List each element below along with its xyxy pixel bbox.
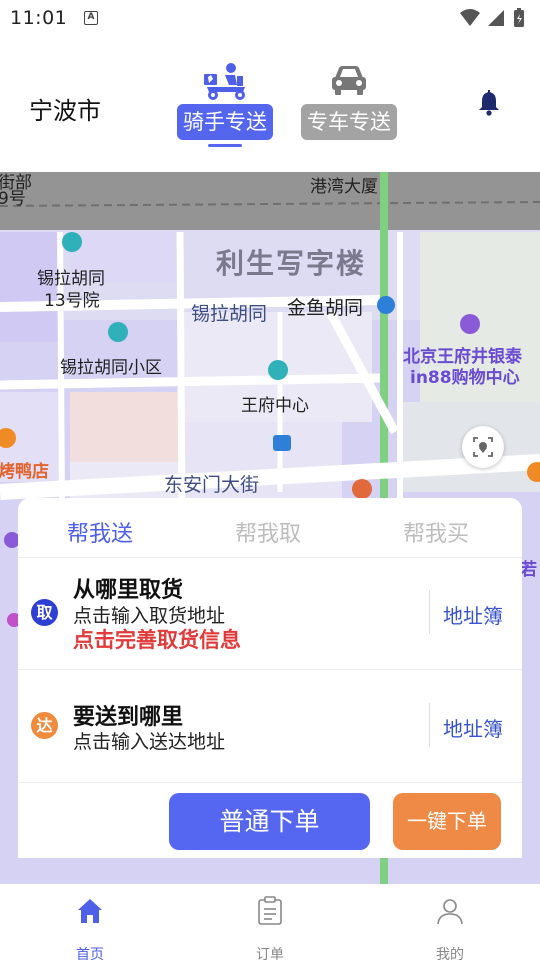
city-selector[interactable]: 宁波市 xyxy=(29,91,101,126)
user-icon xyxy=(437,899,463,925)
dropoff-badge: 达 xyxy=(31,712,58,739)
order-tabs: 帮我送 帮我取 帮我买 xyxy=(18,498,522,558)
rider-scooter-icon xyxy=(204,63,245,100)
status-bar: 11:01 A xyxy=(0,0,540,36)
tab-help-buy[interactable]: 帮我买 xyxy=(403,516,469,548)
pickup-address-book-button[interactable]: 地址簿 xyxy=(443,600,503,629)
nav-profile[interactable]: 我的 xyxy=(410,896,490,960)
nav-home[interactable]: 首页 xyxy=(50,896,130,960)
map-label-road: 锡拉胡同 xyxy=(191,303,268,325)
pickup-complete-info-link[interactable]: 点击完善取货信息 xyxy=(73,624,241,654)
row-divider xyxy=(429,590,430,634)
locate-icon xyxy=(473,437,493,457)
locate-button[interactable] xyxy=(462,426,504,468)
map-label-road: 金鱼胡同 xyxy=(287,297,364,319)
normal-order-button[interactable]: 普通下单 xyxy=(169,793,370,850)
signal-icon xyxy=(488,10,504,26)
nav-home-label: 首页 xyxy=(76,947,104,960)
pickup-address-row[interactable]: 取 从哪里取货 点击输入取货地址 点击完善取货信息 地址簿 xyxy=(18,558,522,670)
home-icon xyxy=(78,899,102,923)
status-time: 11:01 xyxy=(10,7,68,29)
tab-help-pickup[interactable]: 帮我取 xyxy=(235,516,301,548)
car-icon xyxy=(332,66,366,95)
map-label: 若 xyxy=(520,560,537,580)
map-label-building: 利生写字楼 xyxy=(216,247,367,280)
dropoff-address-row[interactable]: 达 要送到哪里 点击输入送达地址 地址簿 xyxy=(18,671,522,783)
map-label-restaurant: 烤鸭店 xyxy=(0,462,49,482)
order-card: 帮我送 帮我取 帮我买 取 从哪里取货 点击输入取货地址 点击完善取货信息 地址… xyxy=(18,498,522,858)
bottom-nav: 首页 订单 我的 xyxy=(0,884,540,960)
nav-profile-label: 我的 xyxy=(436,947,464,960)
row-divider xyxy=(429,703,430,747)
map-label-mall: in88购物中心 xyxy=(410,368,520,388)
mode-car-delivery[interactable]: 专车专送 xyxy=(301,62,397,172)
dropoff-address-book-button[interactable]: 地址簿 xyxy=(443,713,503,742)
mode-rider-label: 骑手专送 xyxy=(177,104,273,140)
dropoff-address-input[interactable]: 点击输入送达地址 xyxy=(73,727,225,754)
mode-car-label: 专车专送 xyxy=(301,104,397,140)
map-label: 锡拉胡同小区 xyxy=(60,358,162,378)
map-label: 9号 xyxy=(0,189,26,209)
wifi-icon xyxy=(460,9,480,26)
bell-icon[interactable] xyxy=(477,90,501,116)
map-label: 王府中心 xyxy=(241,396,309,416)
nav-orders[interactable]: 订单 xyxy=(230,896,310,960)
mode-rider-delivery[interactable]: 骑手专送 xyxy=(177,62,273,172)
clipboard-icon xyxy=(258,896,282,925)
accessibility-notification-icon: A xyxy=(84,11,98,25)
map-label: 港湾大厦 xyxy=(310,177,378,197)
map-label-road: 东安门大街 xyxy=(164,474,260,496)
app-header: 宁波市 骑手专送 专车专送 xyxy=(0,36,540,172)
mode-active-indicator xyxy=(208,144,242,147)
pickup-badge: 取 xyxy=(31,599,58,626)
pickup-title: 从哪里取货 xyxy=(73,578,184,603)
tab-help-send[interactable]: 帮我送 xyxy=(67,516,133,548)
quick-order-button[interactable]: 一键下单 xyxy=(393,793,501,850)
nav-orders-label: 订单 xyxy=(256,947,284,960)
map-label: 13号院 xyxy=(44,291,100,311)
status-icons xyxy=(460,8,524,27)
